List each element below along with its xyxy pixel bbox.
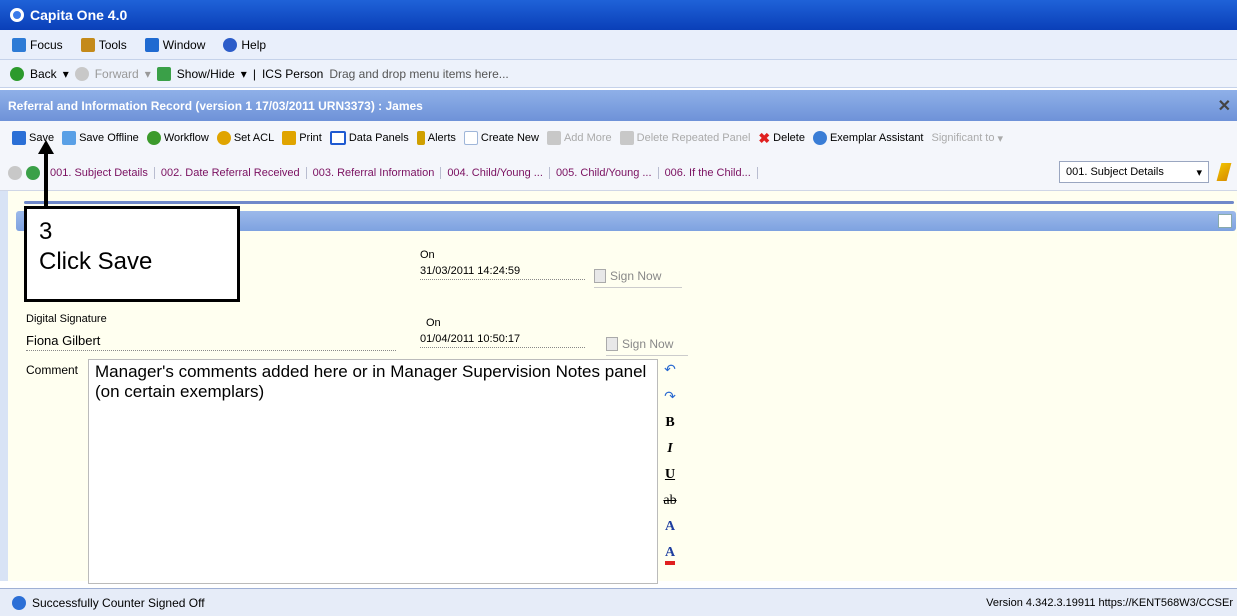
forward-arrow-icon [74, 66, 89, 81]
tab-date-referral-received[interactable]: 002. Date Referral Received [155, 166, 307, 179]
create-new-icon [463, 131, 478, 145]
comment-textarea[interactable]: Manager's comments added here or in Mana… [88, 359, 658, 584]
create-new-button[interactable]: Create New [463, 131, 539, 145]
panel-checkbox[interactable] [1218, 214, 1232, 228]
digital-signature-name: Fiona Gilbert [26, 333, 396, 351]
status-message: Successfully Counter Signed Off [32, 595, 205, 610]
close-icon[interactable]: ✕ [1218, 96, 1231, 116]
rich-text-toolbar: ↶ ↷ B I U ab A A [656, 359, 684, 584]
alerts-button[interactable]: Alerts [416, 131, 456, 145]
chevron-down-icon: ▾ [997, 132, 1004, 145]
tab-child-young-1[interactable]: 004. Child/Young ... [441, 166, 550, 179]
tools-icon [80, 37, 95, 52]
tab-if-the-child[interactable]: 006. If the Child... [659, 166, 758, 179]
delete-icon: ✖ [758, 129, 771, 146]
menu-tools[interactable]: Tools [80, 37, 127, 52]
show-hide-icon [156, 66, 171, 81]
back-button[interactable]: Back [30, 67, 57, 81]
document-titlebar: Referral and Information Record (version… [0, 90, 1237, 121]
show-hide-button[interactable]: Show/Hide [177, 67, 235, 81]
strikethrough-button[interactable]: ab [663, 493, 676, 509]
chevron-down-icon[interactable]: ▾ [241, 67, 247, 81]
window-title: Capita One 4.0 [30, 7, 128, 23]
undo-icon[interactable]: ↶ [664, 361, 676, 378]
ics-person-button[interactable]: ICS Person [262, 67, 323, 81]
tab-referral-information[interactable]: 003. Referral Information [307, 166, 442, 179]
forward-button[interactable]: Forward [95, 67, 139, 81]
workflow-icon [146, 131, 161, 145]
save-offline-icon [62, 131, 77, 145]
font-button[interactable]: A [665, 519, 675, 535]
app-logo-icon [10, 8, 24, 22]
document-icon [594, 269, 606, 283]
data-panels-icon [329, 131, 346, 145]
menu-focus[interactable]: Focus [12, 37, 63, 52]
add-more-button[interactable]: Add More [546, 131, 612, 145]
on-label: On [426, 317, 441, 329]
menu-help[interactable]: Help [223, 37, 266, 52]
record-toolbar: Save Save Offline Workflow Set ACL Print… [0, 121, 1237, 155]
tab-child-young-2[interactable]: 005. Child/Young ... [550, 166, 659, 179]
document-icon [606, 337, 618, 351]
lock-icon [216, 131, 231, 145]
callout-text: Click Save [39, 248, 153, 275]
workflow-button[interactable]: Workflow [146, 131, 209, 145]
sign-now-button-1[interactable]: Sign Now [594, 269, 682, 288]
info-icon [12, 595, 26, 610]
callout-arrow [44, 150, 48, 208]
focus-icon [12, 37, 26, 52]
data-panels-button[interactable]: Data Panels [329, 131, 409, 145]
document-title: Referral and Information Record (version… [8, 98, 423, 113]
save-offline-button[interactable]: Save Offline [62, 131, 139, 145]
status-bar: Successfully Counter Signed Off Version … [0, 588, 1237, 616]
menu-window[interactable]: Window [144, 37, 205, 52]
print-button[interactable]: Print [282, 131, 322, 145]
alerts-icon [416, 131, 425, 145]
previous-section-icon[interactable] [8, 165, 22, 180]
set-acl-button[interactable]: Set ACL [216, 131, 274, 145]
save-icon [12, 131, 26, 145]
exemplar-assistant-button[interactable]: Exemplar Assistant [812, 131, 924, 145]
italic-button[interactable]: I [667, 441, 672, 457]
delete-repeated-icon [619, 131, 634, 145]
delete-button[interactable]: ✖ Delete [758, 130, 805, 147]
version-text: Version 4.342.3.19911 https://KENT568W3/… [986, 597, 1233, 609]
instruction-callout: 3 Click Save [24, 206, 240, 302]
redo-icon[interactable]: ↷ [664, 388, 676, 405]
significant-to-dropdown[interactable]: Significant to ▾ [932, 132, 1004, 145]
navigation-bar: Back ▾ Forward ▾ Show/Hide ▾ | ICS Perso… [0, 60, 1237, 88]
signed-on-date-2: 01/04/2011 10:50:17 [420, 333, 585, 348]
back-arrow-icon [10, 66, 24, 81]
sign-now-button-2[interactable]: Sign Now [606, 337, 688, 356]
window-titlebar: Capita One 4.0 [0, 0, 1237, 30]
print-icon [282, 131, 297, 145]
callout-step: 3 [39, 218, 53, 245]
signed-on-date-1: 31/03/2011 14:24:59 [420, 265, 585, 280]
help-icon [223, 37, 238, 52]
tab-subject-details[interactable]: 001. Subject Details [44, 166, 155, 179]
menu-bar: Focus Tools Window Help [0, 30, 1237, 60]
pencil-icon[interactable] [1216, 163, 1232, 181]
bold-button[interactable]: B [665, 415, 674, 431]
add-more-icon [546, 131, 561, 145]
section-tabbar: 001. Subject Details 002. Date Referral … [0, 155, 1237, 191]
window-icon [144, 37, 159, 52]
font-color-button[interactable]: A [664, 545, 676, 565]
chevron-down-icon[interactable]: ▾ [63, 67, 69, 81]
underline-button[interactable]: U [665, 467, 675, 483]
section-select[interactable]: 001. Subject Details ▾ [1059, 161, 1209, 183]
next-section-icon[interactable] [26, 165, 40, 180]
comment-label: Comment [26, 363, 79, 377]
on-label: On [420, 249, 435, 261]
separator: | [252, 66, 256, 81]
chevron-down-icon: ▾ [1196, 166, 1202, 179]
exemplar-icon [812, 131, 827, 145]
delete-repeated-panel-button[interactable]: Delete Repeated Panel [619, 131, 750, 145]
chevron-down-icon[interactable]: ▾ [145, 67, 151, 81]
section-divider [24, 201, 1234, 204]
drag-drop-hint: Drag and drop menu items here... [329, 66, 509, 81]
digital-signature-label: Digital Signature [26, 313, 107, 325]
